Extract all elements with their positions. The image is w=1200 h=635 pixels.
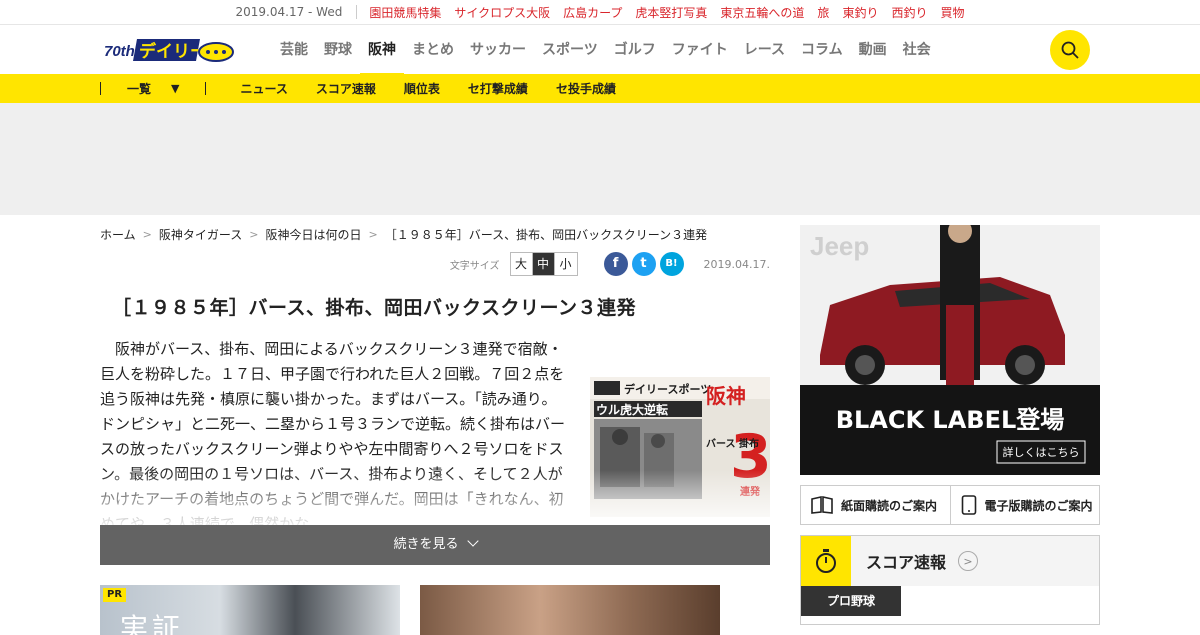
article-body: 阪神がバース、掛布、岡田によるバックスクリーン３連発で宿敵・巨人を粉砕した。１７… xyxy=(100,337,770,530)
score-widget: スコア速報 > プロ野球 xyxy=(800,535,1100,625)
nav-item-fight[interactable]: ファイト xyxy=(664,25,736,75)
score-tabs: プロ野球 xyxy=(801,586,1099,616)
font-size-label: 文字サイズ xyxy=(449,260,500,272)
car-ad-image: Jeep BLACK LABEL登場 詳しくはこちら xyxy=(800,225,1100,475)
font-size-medium[interactable]: 中 xyxy=(532,253,555,275)
nav-item-baseball[interactable]: 野球 xyxy=(316,25,360,75)
font-size-switcher: 大 中 小 xyxy=(509,252,578,276)
digital-subscription-link[interactable]: 電子版購読のご案内 xyxy=(951,486,1100,524)
open-book-icon xyxy=(811,496,833,514)
stopwatch-icon xyxy=(801,536,851,586)
top-link[interactable]: 旅 xyxy=(817,4,829,21)
breadcrumb-current: ［１９８５年］バース、掛布、岡田バックスクリーン３連発 xyxy=(384,227,708,242)
nav-item-video[interactable]: 動画 xyxy=(851,25,895,75)
svg-text:デイリー: デイリー xyxy=(139,41,207,62)
nav-item-race[interactable]: レース xyxy=(736,25,793,75)
text-fade-overlay xyxy=(100,470,770,530)
font-size-small[interactable]: 小 xyxy=(555,253,577,275)
digital-subscription-label: 電子版購読のご案内 xyxy=(984,498,1093,513)
nav-item-matome[interactable]: まとめ xyxy=(404,25,462,75)
breadcrumb: ホーム > 阪神タイガース > 阪神今日は何の日 > ［１９８５年］バース、掛布… xyxy=(100,215,770,249)
subnav-item-news[interactable]: ニュース xyxy=(226,80,301,97)
nav-item-column[interactable]: コラム xyxy=(793,25,851,75)
pr-badge: PR xyxy=(103,588,127,602)
triangle-down-icon: ▼ xyxy=(171,82,180,95)
search-icon xyxy=(1061,41,1079,59)
share-buttons: f t B! xyxy=(603,252,684,276)
article-title: ［１９８５年］バース、掛布、岡田バックスクリーン３連発 xyxy=(112,297,637,319)
team-subnav: 一覧 ▼ ニュース スコア速報 順位表 セ打撃成績 セ投手成績 xyxy=(0,74,1200,103)
breadcrumb-home[interactable]: ホーム xyxy=(100,226,136,243)
svg-text:バース 掛布: バース 掛布 xyxy=(706,437,759,450)
top-link[interactable]: 買物 xyxy=(940,4,964,21)
nav-item-society[interactable]: 社会 xyxy=(895,25,939,75)
recommended-thumbs: PR 実証 xyxy=(100,585,770,635)
top-link[interactable]: 東釣り xyxy=(842,4,878,21)
subnav-item-score[interactable]: スコア速報 xyxy=(302,80,390,97)
svg-text:デイリースポーツ: デイリースポーツ xyxy=(624,382,711,396)
daily-logo-icon: 70th デイリー xyxy=(104,39,234,62)
top-link[interactable]: 虎本竪打写真 xyxy=(635,4,707,21)
hatena-bookmark-icon[interactable]: B! xyxy=(659,252,684,276)
chevron-right-icon: > xyxy=(142,227,152,241)
nav-item-golf[interactable]: ゴルフ xyxy=(606,25,664,75)
svg-text:BLACK LABEL登場: BLACK LABEL登場 xyxy=(836,406,1065,434)
top-strip: 2019.04.17 - Wed 園田競馬特集 サイクロプス大阪 広島カープ 虎… xyxy=(0,0,1200,24)
site-header: 70th デイリー 芸能 野球 阪神 まとめ サッカー スポーツ ゴルフ ファイ… xyxy=(0,24,1200,76)
score-header: スコア速報 > xyxy=(801,536,1099,586)
subnav-item-pitching[interactable]: セ投手成績 xyxy=(542,80,630,97)
twitter-icon[interactable]: t xyxy=(631,252,656,276)
nav-item-soccer[interactable]: サッカー xyxy=(462,25,534,75)
chevron-right-icon: > xyxy=(249,227,259,241)
breadcrumb-section[interactable]: 阪神今日は何の日 xyxy=(265,226,361,243)
site-logo[interactable]: 70th デイリー xyxy=(104,35,234,65)
nav-item-entertainment[interactable]: 芸能 xyxy=(272,25,316,75)
search-button[interactable] xyxy=(1050,30,1090,70)
smartphone-icon xyxy=(961,495,976,515)
font-size-large[interactable]: 大 xyxy=(511,253,533,275)
nav-item-sports[interactable]: スポーツ xyxy=(534,25,606,75)
tab-pro-baseball[interactable]: プロ野球 xyxy=(801,586,902,616)
article-thumbnail[interactable] xyxy=(420,585,720,635)
top-link[interactable]: 園田競馬特集 xyxy=(369,4,441,21)
top-link[interactable]: サイクロプス大阪 xyxy=(454,4,550,21)
nav-item-hanshin[interactable]: 阪神 xyxy=(360,25,404,76)
list-dropdown[interactable]: 一覧 ▼ xyxy=(101,80,205,97)
top-link[interactable]: 西釣り xyxy=(891,4,927,21)
top-links: 園田競馬特集 サイクロプス大阪 広島カープ 虎本竪打写真 東京五輪への道 旅 東… xyxy=(369,4,964,21)
main-column: ホーム > 阪神タイガース > 阪神今日は何の日 > ［１９８５年］バース、掛布… xyxy=(100,215,770,635)
subnav-item-standings[interactable]: 順位表 xyxy=(390,80,454,97)
global-nav: 芸能 野球 阪神 まとめ サッカー スポーツ ゴルフ ファイト レース コラム … xyxy=(272,25,939,76)
svg-text:詳しくはこちら: 詳しくはこちら xyxy=(1003,445,1080,459)
breadcrumb-team[interactable]: 阪神タイガース xyxy=(159,226,242,243)
chevron-down-icon xyxy=(466,535,479,547)
divider xyxy=(205,82,207,95)
read-more-button[interactable]: 続きを見る xyxy=(100,525,770,565)
top-link[interactable]: 東京五輪への道 xyxy=(720,4,804,21)
sidebar: Jeep BLACK LABEL登場 詳しくはこちら 紙面購読のご案内 電子版購… xyxy=(800,225,1100,625)
list-label: 一覧 xyxy=(127,82,152,96)
top-link[interactable]: 広島カープ xyxy=(563,4,622,21)
print-subscription-label: 紙面購読のご案内 xyxy=(841,498,938,513)
publish-date: 2019.04.17. xyxy=(703,257,770,271)
svg-text:70th: 70th xyxy=(104,43,135,60)
subscription-links: 紙面購読のご案内 電子版購読のご案内 xyxy=(800,485,1100,525)
svg-text:阪神: 阪神 xyxy=(706,384,746,408)
today-date: 2019.04.17 - Wed xyxy=(236,5,358,19)
chevron-right-icon: > xyxy=(368,227,378,241)
pr-thumbnail[interactable]: PR 実証 xyxy=(100,585,400,635)
thumbnail-caption: 実証 xyxy=(120,612,185,635)
chevron-right-circle-icon[interactable]: > xyxy=(958,551,979,571)
ad-banner-area xyxy=(0,103,1200,215)
score-title: スコア速報 xyxy=(866,553,947,572)
article-meta: 文字サイズ 大 中 小 f t B! 2019.04.17. xyxy=(100,249,770,279)
print-subscription-link[interactable]: 紙面購読のご案内 xyxy=(801,486,951,524)
subnav-items: ニュース スコア速報 順位表 セ打撃成績 セ投手成績 xyxy=(226,80,629,97)
svg-text:Jeep: Jeep xyxy=(810,231,869,261)
read-more-label: 続きを見る xyxy=(393,537,459,552)
jeep-advertisement[interactable]: Jeep BLACK LABEL登場 詳しくはこちら xyxy=(800,225,1100,475)
svg-text:ウル虎大逆転: ウル虎大逆転 xyxy=(596,402,668,417)
subnav-item-batting[interactable]: セ打撃成績 xyxy=(454,80,542,97)
facebook-icon[interactable]: f xyxy=(603,252,628,276)
